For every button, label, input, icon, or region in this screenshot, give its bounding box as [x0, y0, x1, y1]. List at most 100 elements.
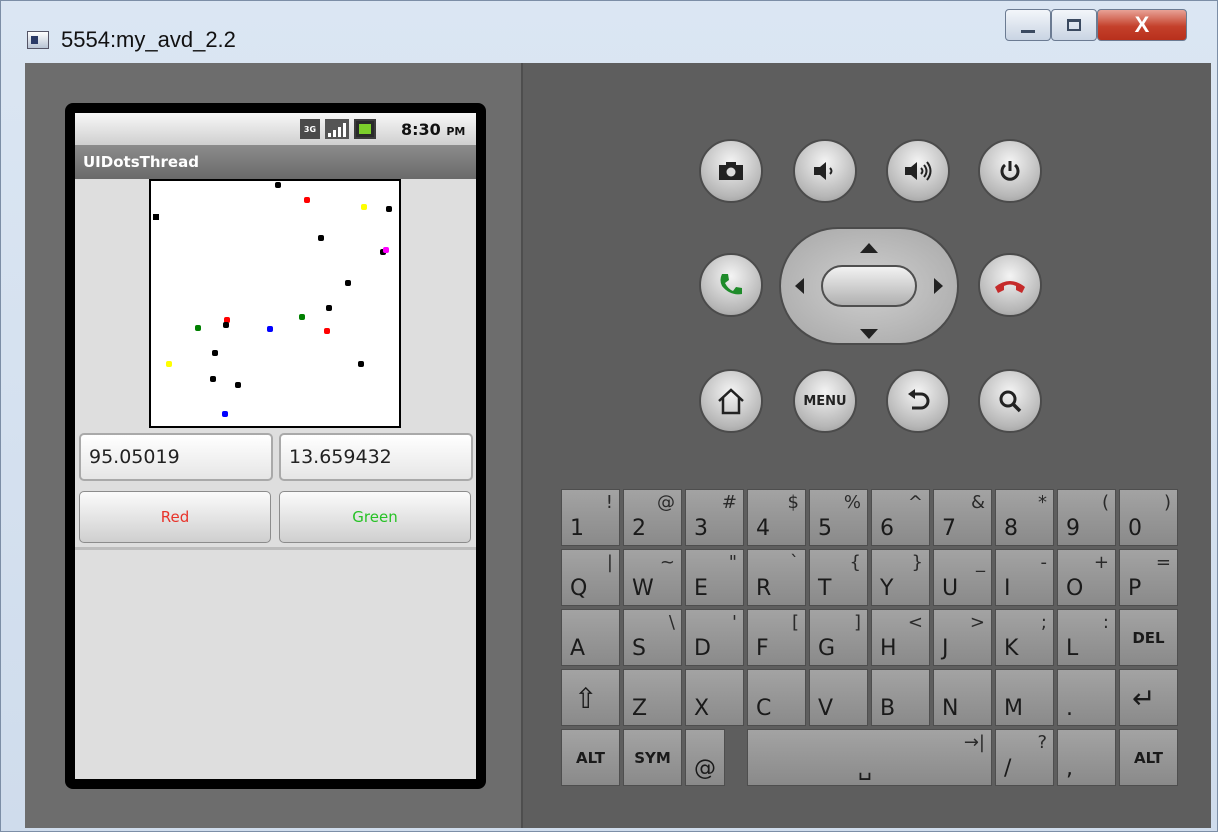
window-title: 5554:my_avd_2.2: [61, 27, 236, 52]
dot-black: [212, 350, 218, 356]
home-button[interactable]: [699, 369, 763, 433]
key-↵[interactable]: ↵: [1119, 669, 1178, 726]
key-4[interactable]: 4 $: [747, 489, 806, 546]
key-b[interactable]: B: [871, 669, 930, 726]
dot-black: [358, 361, 364, 367]
key-9[interactable]: 9(: [1057, 489, 1116, 546]
key-del[interactable]: DEL: [1119, 609, 1178, 666]
key-label: T: [818, 576, 832, 601]
dpad-left-icon[interactable]: [795, 278, 804, 294]
key-at[interactable]: @: [685, 729, 725, 786]
key-j[interactable]: J >: [933, 609, 992, 666]
key-period[interactable]: .: [1057, 669, 1116, 726]
key-2[interactable]: 2 @: [623, 489, 682, 546]
home-icon: [718, 388, 744, 415]
key-comma[interactable]: ,: [1057, 729, 1116, 786]
green-button[interactable]: Green: [279, 491, 471, 543]
key-w[interactable]: W ~: [623, 549, 682, 606]
key-slash[interactable]: /?: [995, 729, 1054, 786]
key-p[interactable]: P =: [1119, 549, 1178, 606]
key-r[interactable]: R `: [747, 549, 806, 606]
dpad-up-icon[interactable]: [860, 243, 878, 253]
key-q[interactable]: Q |: [561, 549, 620, 606]
key-5[interactable]: 5%: [809, 489, 868, 546]
key-1[interactable]: 1!: [561, 489, 620, 546]
key-s[interactable]: S \: [623, 609, 682, 666]
key-label: P: [1128, 576, 1142, 601]
device-screen[interactable]: 3G 8:30 PM UIDotsThread 95.05019 13.6594…: [75, 113, 476, 779]
key-label: ALT: [1134, 748, 1163, 767]
dots-canvas[interactable]: [149, 179, 401, 428]
key-0[interactable]: 0): [1119, 489, 1178, 546]
key-label: 5: [818, 516, 832, 541]
key-k[interactable]: K;: [995, 609, 1054, 666]
key-label: W: [632, 576, 654, 601]
end-call-button[interactable]: [978, 253, 1042, 317]
dpad-down-icon[interactable]: [860, 329, 878, 339]
key-⇧[interactable]: ⇧: [561, 669, 620, 726]
key-label: ,: [1066, 756, 1073, 781]
close-button[interactable]: X: [1097, 9, 1187, 41]
dot-black: [223, 322, 229, 328]
key-label: A: [570, 636, 586, 661]
key-a[interactable]: A: [561, 609, 620, 666]
power-icon: [1000, 161, 1020, 181]
dpad-right-icon[interactable]: [934, 278, 943, 294]
key-alt-left[interactable]: ALT: [561, 729, 620, 786]
camera-button[interactable]: [699, 139, 763, 203]
volume-up-button[interactable]: [886, 139, 950, 203]
key-7[interactable]: 7 &: [933, 489, 992, 546]
key-label: @: [694, 756, 716, 781]
power-button[interactable]: [978, 139, 1042, 203]
key-3[interactable]: 3 #: [685, 489, 744, 546]
back-button[interactable]: [886, 369, 950, 433]
app-title-bar: UIDotsThread: [75, 145, 476, 179]
key-v[interactable]: V: [809, 669, 868, 726]
key-label: 8: [1004, 516, 1018, 541]
key-sym[interactable]: SYM: [623, 729, 682, 786]
key-alt-label: +: [1093, 552, 1109, 573]
key-t[interactable]: T{: [809, 549, 868, 606]
maximize-button[interactable]: [1051, 9, 1097, 41]
key-f[interactable]: F[: [747, 609, 806, 666]
menu-button[interactable]: MENU: [793, 369, 857, 433]
key-d[interactable]: D ': [685, 609, 744, 666]
key-x[interactable]: X: [685, 669, 744, 726]
search-icon: [999, 390, 1022, 413]
key-m[interactable]: M: [995, 669, 1054, 726]
dot-black: [210, 376, 216, 382]
key-label: I: [1004, 576, 1011, 601]
key-label: 1: [570, 516, 584, 541]
key-alt-label: ": [728, 552, 737, 573]
key-alt-label: ;: [1040, 612, 1047, 633]
key-6[interactable]: 6 ^: [871, 489, 930, 546]
key-label: .: [1066, 696, 1073, 721]
key-space[interactable]: ␣ →|: [747, 729, 992, 786]
dot-black: [153, 214, 159, 220]
key-y[interactable]: Y}: [871, 549, 930, 606]
key-i[interactable]: I-: [995, 549, 1054, 606]
dpad-center-button[interactable]: [821, 265, 917, 307]
title-bar[interactable]: 5554:my_avd_2.2 X: [1, 1, 1217, 63]
search-button[interactable]: [978, 369, 1042, 433]
key-e[interactable]: E ": [685, 549, 744, 606]
key-c[interactable]: C: [747, 669, 806, 726]
key-l[interactable]: L:: [1057, 609, 1116, 666]
status-bar: 3G 8:30 PM: [75, 113, 476, 145]
key-g[interactable]: G]: [809, 609, 868, 666]
key-u[interactable]: U _: [933, 549, 992, 606]
key-alt-right[interactable]: ALT: [1119, 729, 1178, 786]
key-8[interactable]: 8 *: [995, 489, 1054, 546]
key-o[interactable]: O +: [1057, 549, 1116, 606]
camera-icon: [719, 162, 743, 180]
minimize-button[interactable]: [1005, 9, 1051, 41]
call-button[interactable]: [699, 253, 763, 317]
x-coordinate-field[interactable]: 95.05019: [79, 433, 273, 481]
volume-down-button[interactable]: [793, 139, 857, 203]
key-n[interactable]: N: [933, 669, 992, 726]
red-button[interactable]: Red: [79, 491, 271, 543]
y-coordinate-field[interactable]: 13.659432: [279, 433, 473, 481]
key-h[interactable]: H <: [871, 609, 930, 666]
key-z[interactable]: Z: [623, 669, 682, 726]
key-alt-label: (: [1101, 492, 1109, 513]
